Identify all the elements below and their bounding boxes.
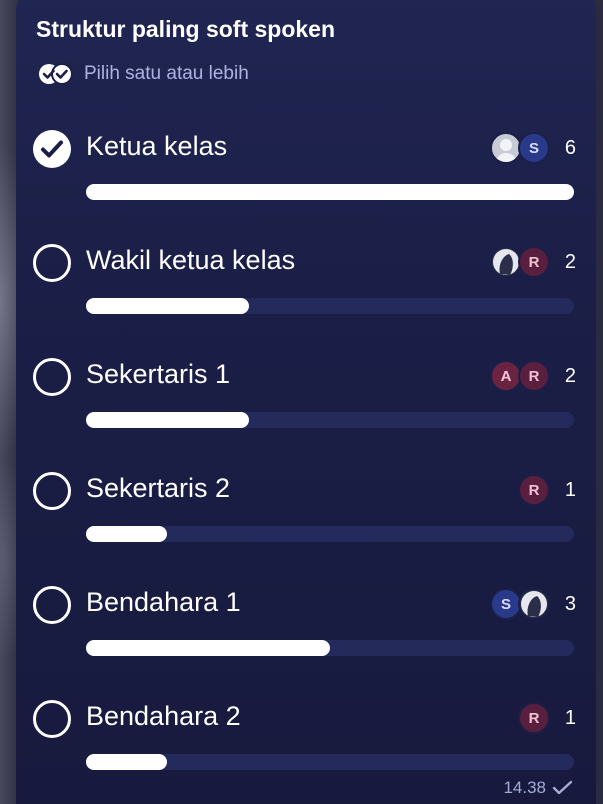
poll-option-label: Bendahara 1 [86, 587, 241, 617]
vote-count: 1 [564, 706, 576, 729]
vote-progress-track [86, 184, 574, 200]
vote-progress-track [86, 526, 574, 542]
poll-subtitle: Pilih satu atau lebih [38, 62, 249, 86]
vote-progress-fill [86, 640, 330, 656]
vote-progress-fill [86, 184, 574, 200]
voter-avatar-initial: R [518, 360, 550, 392]
poll-option-label: Sekertaris 2 [86, 473, 231, 503]
poll-option-label: Bendahara 2 [86, 701, 241, 731]
poll-option[interactable]: Wakil ketua kelas R 2 [16, 228, 596, 338]
voter-avatars[interactable]: S6 [490, 131, 576, 165]
checked-option-icon[interactable] [33, 130, 71, 168]
radio-button[interactable] [33, 358, 71, 396]
poll-title: Struktur paling soft spoken [36, 16, 336, 42]
vote-count: 2 [564, 364, 576, 387]
voter-avatars[interactable]: R2 [490, 245, 576, 279]
poll-option[interactable]: Ketua kelas S 6 [16, 114, 596, 224]
radio-button[interactable] [33, 700, 71, 738]
poll-option-label: Ketua kelas [86, 131, 228, 161]
vote-count: 6 [564, 136, 576, 159]
sent-check-icon [552, 780, 573, 795]
voter-avatars[interactable]: R1 [518, 701, 576, 735]
poll-option[interactable]: Sekertaris 1 AR2 [16, 342, 596, 452]
voter-avatar-initial: R [518, 474, 550, 506]
vote-progress-track [86, 640, 574, 656]
radio-button[interactable] [33, 472, 71, 510]
vote-count: 3 [564, 592, 576, 615]
voter-avatars[interactable]: R1 [518, 473, 576, 507]
poll-option-label: Sekertaris 1 [86, 359, 231, 389]
voter-avatar-initial: S [518, 132, 550, 164]
vote-progress-track [86, 298, 574, 314]
message-meta: 14.38 [503, 778, 574, 798]
voter-avatar-photo [518, 588, 550, 620]
message-time: 14.38 [503, 778, 546, 797]
voter-avatar-initial: R [518, 702, 550, 734]
poll-message-bubble[interactable]: Struktur paling soft spoken Pilih satu a… [16, 0, 596, 804]
double-check-icon [38, 63, 74, 85]
vote-progress-track [86, 412, 574, 428]
vote-count: 1 [564, 478, 576, 501]
poll-option-label: Wakil ketua kelas [86, 245, 296, 275]
poll-option[interactable]: Sekertaris 2 R1 [16, 456, 596, 566]
vote-count: 2 [564, 250, 576, 273]
radio-button[interactable] [33, 586, 71, 624]
vote-progress-fill [86, 412, 249, 428]
vote-progress-fill [86, 526, 167, 542]
voter-avatar-initial: R [518, 246, 550, 278]
vote-progress-fill [86, 754, 167, 770]
voter-avatars[interactable]: AR2 [490, 359, 576, 393]
voter-avatars[interactable]: S3 [490, 587, 576, 621]
poll-subtitle-text: Pilih satu atau lebih [84, 63, 249, 84]
radio-button[interactable] [33, 244, 71, 282]
poll-option[interactable]: Bendahara 1 S3 [16, 570, 596, 680]
vote-progress-fill [86, 298, 249, 314]
vote-progress-track [86, 754, 574, 770]
